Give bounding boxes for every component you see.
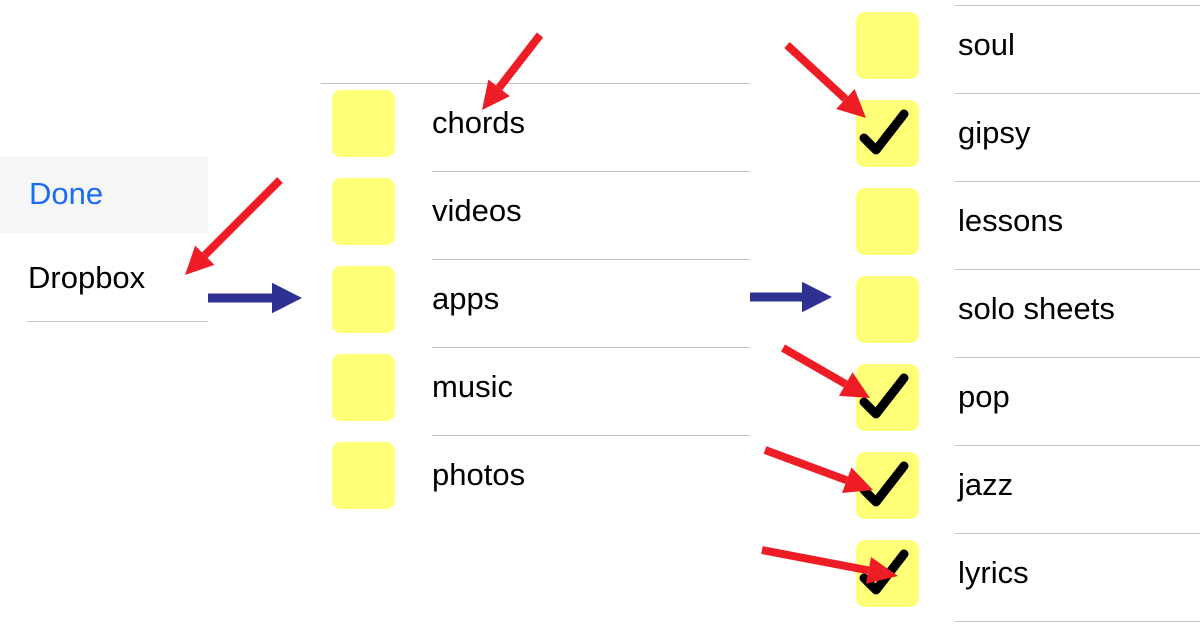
- arrow-icon: [208, 282, 302, 314]
- list-item-label: pop: [958, 379, 1010, 414]
- list-item-label: music: [432, 369, 513, 404]
- checkbox[interactable]: [332, 266, 395, 333]
- arrow-icon: [784, 42, 866, 118]
- list-item-label: videos: [432, 193, 522, 228]
- list-item-label: gipsy: [958, 115, 1031, 150]
- checkbox[interactable]: [856, 540, 919, 607]
- divider: [432, 259, 750, 260]
- checkbox[interactable]: [332, 178, 395, 245]
- list-item-label: soul: [958, 27, 1015, 62]
- checkmark-icon: [859, 549, 909, 595]
- divider: [321, 83, 750, 84]
- checkbox[interactable]: [332, 442, 395, 509]
- checkbox[interactable]: [856, 188, 919, 255]
- divider: [432, 171, 750, 172]
- list-item-label: apps: [432, 281, 500, 316]
- divider: [432, 435, 750, 436]
- divider: [955, 93, 1200, 94]
- divider: [955, 5, 1200, 6]
- checkbox[interactable]: [856, 12, 919, 79]
- checkbox[interactable]: [856, 276, 919, 343]
- divider: [955, 533, 1200, 534]
- divider: [955, 269, 1200, 270]
- list-item-label: jazz: [958, 467, 1014, 502]
- list-item-label: lyrics: [958, 555, 1029, 590]
- arrow-icon: [750, 281, 832, 313]
- checkmark-icon: [859, 461, 909, 507]
- checkmark-icon: [859, 373, 909, 419]
- checkbox[interactable]: [856, 364, 919, 431]
- list-item-label: lessons: [958, 203, 1064, 238]
- divider: [27, 321, 208, 322]
- divider: [955, 621, 1200, 622]
- checkbox[interactable]: [856, 100, 919, 167]
- list-item-label: chords: [432, 105, 526, 140]
- checkbox[interactable]: [332, 90, 395, 157]
- list-item-label: photos: [432, 457, 526, 492]
- divider: [955, 445, 1200, 446]
- list-item-label: solo sheets: [958, 291, 1115, 326]
- sidebar-item-dropbox[interactable]: Dropbox: [28, 260, 145, 296]
- divider: [432, 347, 750, 348]
- checkbox[interactable]: [332, 354, 395, 421]
- arrow-icon: [482, 32, 544, 110]
- divider: [955, 181, 1200, 182]
- checkbox[interactable]: [856, 452, 919, 519]
- divider: [955, 357, 1200, 358]
- done-button[interactable]: Done: [29, 176, 103, 212]
- checkmark-icon: [859, 109, 909, 155]
